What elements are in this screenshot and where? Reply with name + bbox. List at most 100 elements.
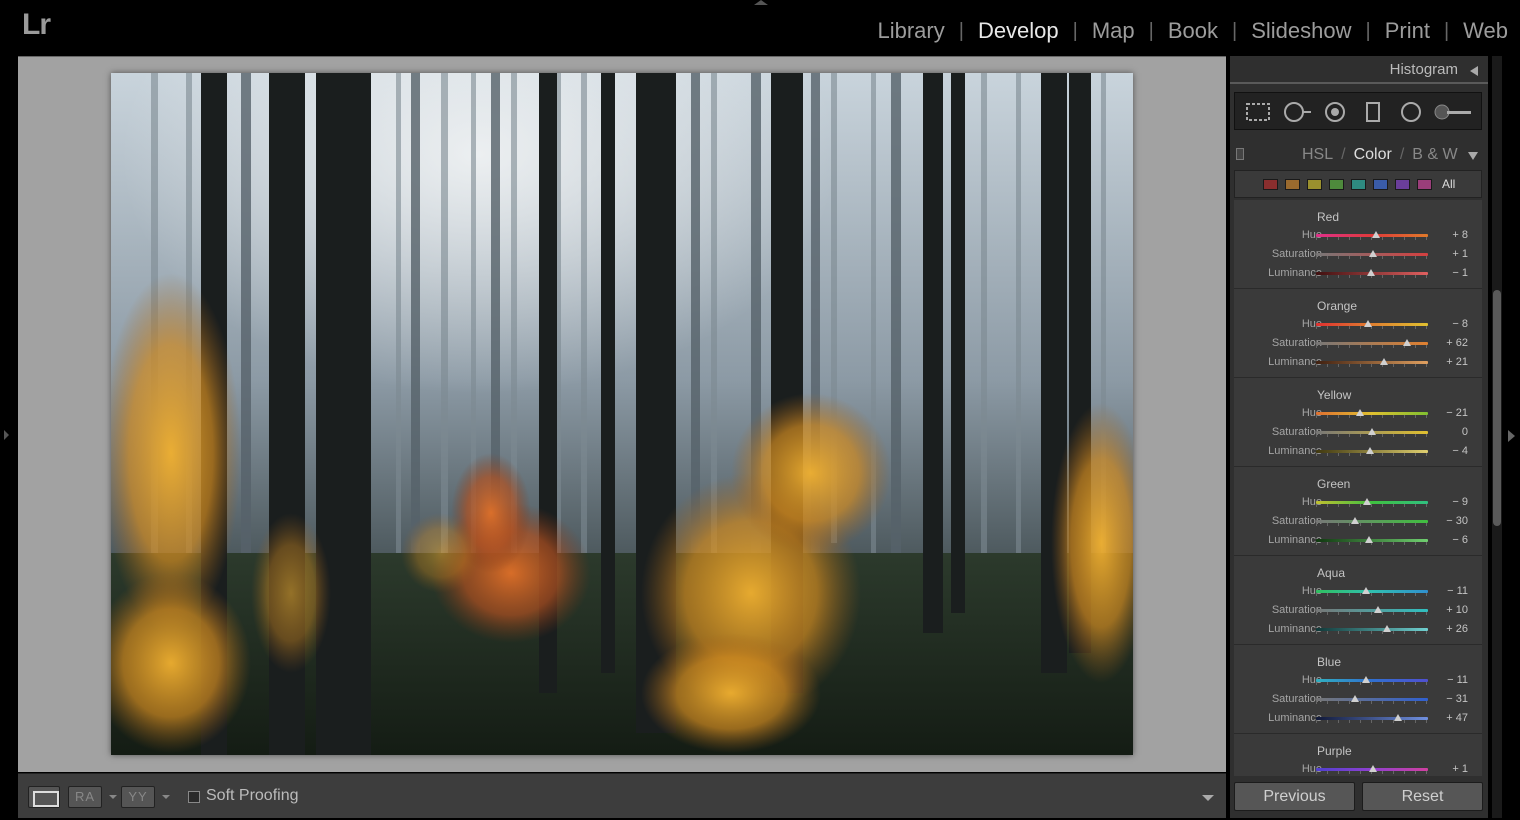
- slider-value[interactable]: 0: [1462, 426, 1468, 438]
- top-panel-toggle-icon[interactable]: [754, 0, 768, 5]
- radial-filter-icon[interactable]: [1399, 102, 1423, 122]
- slider-value[interactable]: − 6: [1452, 534, 1468, 546]
- module-slideshow[interactable]: Slideshow: [1251, 18, 1351, 44]
- toolbar-menu-chevron-icon[interactable]: [1202, 795, 1214, 801]
- left-panel-toggle-icon[interactable]: [4, 430, 9, 440]
- color-swatch[interactable]: [1417, 179, 1432, 190]
- top-bar: Lr Library | Develop | Map | Book | Slideshow | Pr…: [0, 0, 1520, 52]
- before-after-lr-button[interactable]: RA: [68, 786, 102, 808]
- chevron-down-icon[interactable]: [162, 795, 170, 799]
- slider-value[interactable]: − 8: [1452, 318, 1468, 330]
- slider-value[interactable]: + 10: [1446, 604, 1468, 616]
- before-after-tb-button[interactable]: YY: [121, 786, 155, 808]
- slider-ticks: [1316, 682, 1428, 685]
- slider-value[interactable]: + 21: [1446, 356, 1468, 368]
- graduated-filter-icon[interactable]: [1363, 102, 1383, 122]
- slider-ticks: [1316, 326, 1428, 329]
- previous-button[interactable]: Previous: [1234, 782, 1355, 811]
- module-separator: |: [958, 19, 964, 42]
- red-eye-tool-icon[interactable]: [1323, 102, 1347, 122]
- scrollbar-thumb[interactable]: [1493, 290, 1501, 526]
- soft-proofing-checkbox[interactable]: [188, 791, 200, 803]
- slider-thumb[interactable]: [1365, 447, 1374, 454]
- slider-value[interactable]: − 30: [1446, 515, 1468, 527]
- slider-thumb[interactable]: [1350, 695, 1359, 702]
- color-swatch[interactable]: [1263, 179, 1278, 190]
- tab-hsl[interactable]: HSL: [1302, 146, 1333, 163]
- slider-thumb[interactable]: [1364, 536, 1373, 543]
- slider-thumb[interactable]: [1362, 498, 1371, 505]
- slider-thumb[interactable]: [1394, 714, 1403, 721]
- collapse-left-icon[interactable]: [1470, 66, 1478, 76]
- color-swatch[interactable]: [1285, 179, 1300, 190]
- color-group-green: Green Hue − 9 Saturation − 30 Luminance − 6: [1234, 467, 1482, 556]
- module-map[interactable]: Map: [1092, 18, 1135, 44]
- slider-row-luminance: Luminance − 4: [1234, 442, 1482, 461]
- slider-row-hue: Hue + 1: [1234, 760, 1482, 776]
- adjustment-brush-icon[interactable]: [1433, 102, 1473, 122]
- color-swatch[interactable]: [1395, 179, 1410, 190]
- slider-value[interactable]: − 31: [1446, 693, 1468, 705]
- slider-thumb[interactable]: [1356, 409, 1365, 416]
- slider-thumb[interactable]: [1361, 587, 1370, 594]
- panel-switch-icon[interactable]: [1236, 148, 1244, 160]
- slider-value[interactable]: + 1: [1452, 248, 1468, 260]
- chevron-down-icon[interactable]: [109, 795, 117, 799]
- module-print[interactable]: Print: [1385, 18, 1430, 44]
- crop-tool-icon[interactable]: [1245, 102, 1271, 122]
- slider-thumb[interactable]: [1373, 606, 1382, 613]
- slider-thumb[interactable]: [1402, 339, 1411, 346]
- panel-scrollbar[interactable]: [1492, 56, 1502, 818]
- module-develop[interactable]: Develop: [978, 18, 1059, 44]
- color-swatch[interactable]: [1307, 179, 1322, 190]
- color-swatch[interactable]: [1329, 179, 1344, 190]
- slider-row-hue: Hue − 9: [1234, 493, 1482, 512]
- slider-value[interactable]: − 9: [1452, 496, 1468, 508]
- tool-strip: [1234, 92, 1482, 130]
- slider-thumb[interactable]: [1368, 428, 1376, 435]
- histogram-header[interactable]: Histogram: [1230, 56, 1488, 84]
- slider-value[interactable]: − 4: [1452, 445, 1468, 457]
- module-library[interactable]: Library: [877, 18, 944, 44]
- slider-label: Luminance: [1268, 445, 1322, 457]
- slider-thumb[interactable]: [1368, 765, 1377, 772]
- slider-value[interactable]: + 62: [1446, 337, 1468, 349]
- color-swatch[interactable]: [1351, 179, 1366, 190]
- slider-thumb[interactable]: [1379, 358, 1388, 365]
- slider-row-hue: Hue − 11: [1234, 671, 1482, 690]
- soft-proofing-label: Soft Proofing: [206, 787, 299, 804]
- slider-value[interactable]: + 1: [1452, 763, 1468, 775]
- slider-value[interactable]: − 21: [1446, 407, 1468, 419]
- slider-label: Saturation: [1271, 693, 1322, 705]
- slider-value[interactable]: + 47: [1446, 712, 1468, 724]
- slider-thumb[interactable]: [1363, 320, 1372, 327]
- slider-value[interactable]: − 1: [1452, 267, 1468, 279]
- module-separator: |: [1072, 19, 1078, 42]
- slider-thumb[interactable]: [1351, 517, 1360, 524]
- slider-row-saturation: Saturation + 1: [1234, 245, 1482, 264]
- slider-thumb[interactable]: [1372, 231, 1381, 238]
- photo-preview[interactable]: [111, 73, 1133, 755]
- collapse-down-icon[interactable]: [1468, 152, 1478, 160]
- slider-value[interactable]: + 8: [1452, 229, 1468, 241]
- slider-value[interactable]: − 11: [1447, 674, 1468, 686]
- color-swatch[interactable]: [1373, 179, 1388, 190]
- slider-thumb[interactable]: [1367, 269, 1376, 276]
- slider-value[interactable]: + 26: [1446, 623, 1468, 635]
- color-group-blue: Blue Hue − 11 Saturation − 31 Luminance + 47: [1234, 645, 1482, 734]
- tab-color[interactable]: Color: [1354, 146, 1392, 163]
- swatch-all[interactable]: All: [1442, 177, 1455, 191]
- slider-thumb[interactable]: [1368, 250, 1377, 257]
- slider-thumb[interactable]: [1382, 625, 1391, 632]
- slider-value[interactable]: − 11: [1447, 585, 1468, 597]
- color-group-red: Red Hue + 8 Saturation + 1 Luminance − 1: [1234, 200, 1482, 289]
- loupe-view-button[interactable]: [28, 786, 60, 808]
- spot-removal-tool-icon[interactable]: [1283, 102, 1313, 122]
- tab-bw[interactable]: B & W: [1412, 146, 1457, 163]
- slider-thumb[interactable]: [1361, 676, 1370, 683]
- right-panel-toggle-icon[interactable]: [1508, 430, 1515, 442]
- reset-button[interactable]: Reset: [1362, 782, 1483, 811]
- color-group-purple: Purple Hue + 1: [1234, 734, 1482, 776]
- module-book[interactable]: Book: [1168, 18, 1218, 44]
- module-web[interactable]: Web: [1463, 18, 1508, 44]
